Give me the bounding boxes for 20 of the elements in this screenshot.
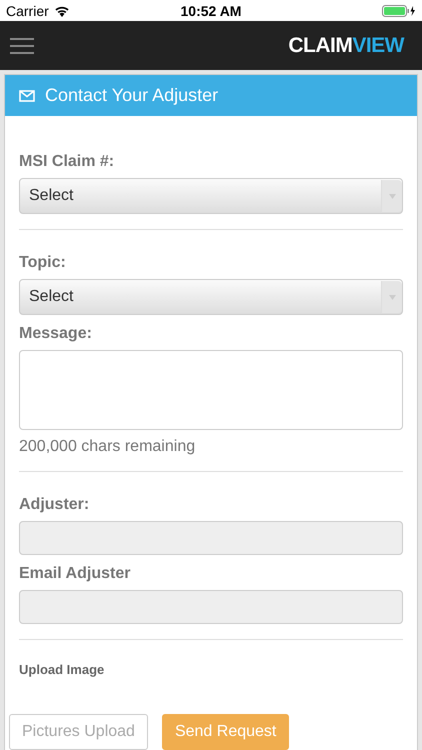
envelope-icon [19,90,35,102]
upload-label: Upload Image [19,662,104,677]
field-label: Message: [19,325,92,343]
select-field[interactable]: Select [19,279,403,315]
field-label: Adjuster: [19,496,90,514]
message-field[interactable] [19,350,403,430]
select-field[interactable]: Select [19,178,403,214]
carrier-label: Carrier [6,2,49,19]
time-label: 10:52 AM [180,2,242,19]
field-label: Email Adjuster [19,565,130,583]
field-label: Topic: [19,254,66,272]
menu-icon[interactable] [10,38,34,54]
caret-icon [388,194,396,198]
chars-remaining-label: 200,000 chars remaining [19,438,196,456]
battery-icon [382,4,416,17]
logo: CLAIMVIEW [288,34,404,58]
caret-icon [388,294,396,300]
card-title: Contact Your Adjuster [45,85,218,106]
field-label: MSI Claim #: [19,153,114,171]
wifi-icon [54,4,70,17]
